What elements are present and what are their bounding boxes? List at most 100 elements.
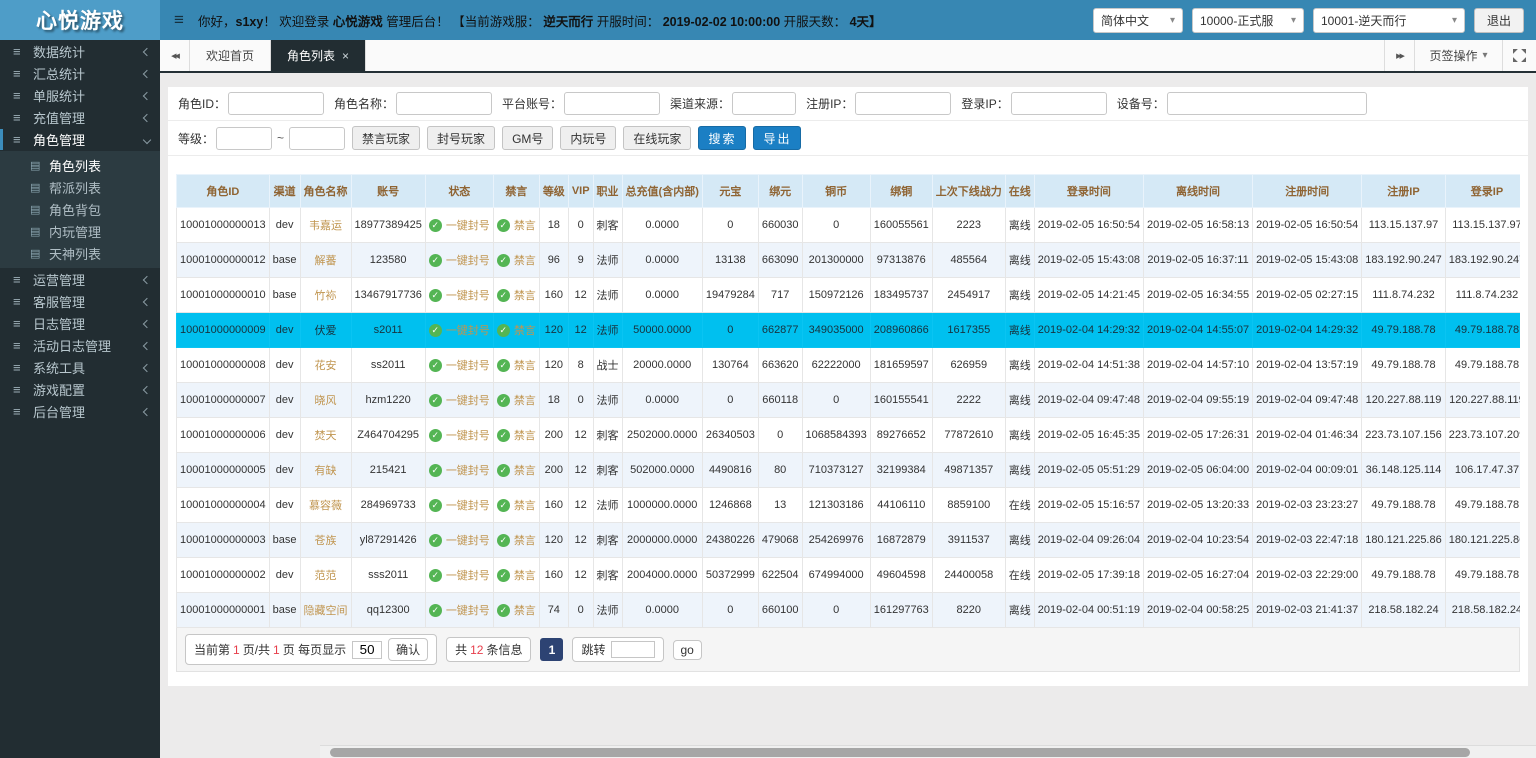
go-button[interactable]: go [673,640,702,660]
character-name-link[interactable]: 韦嘉运 [300,208,351,243]
role-id-input[interactable] [228,92,324,115]
level-min-input[interactable] [216,127,272,150]
one-click-ban-action[interactable]: 一键封号 [429,252,490,268]
sidebar-subitem-internal-player-management[interactable]: ▤ 内玩管理 [0,221,160,242]
character-name-link[interactable]: 隐藏空间 [300,593,351,628]
cell-online-status: 离线 [1005,243,1034,278]
cell-bind-yuan: 660118 [758,383,802,418]
sidebar-item-operations-management[interactable]: ≡ 运营管理 [0,269,160,290]
banned-players-button[interactable]: 封号玩家 [427,126,495,150]
login-ip-input[interactable] [1011,92,1107,115]
column-header: 绑铜 [870,175,932,208]
tab-scroll-left-button[interactable]: ◀◀ [160,40,190,71]
role-name-input[interactable] [396,92,492,115]
sidebar-item-role-management[interactable]: ≡ 角色管理 [0,129,160,150]
one-click-ban-action[interactable]: 一键封号 [429,322,490,338]
cell-offline-time: 2019-02-05 17:26:31 [1143,418,1252,453]
character-name-link[interactable]: 范范 [300,558,351,593]
cell-level: 18 [539,383,568,418]
muted-players-button[interactable]: 禁言玩家 [352,126,420,150]
logout-button[interactable]: 退出 [1474,8,1524,33]
sidebar-item-summary-stats[interactable]: ≡ 汇总统计 [0,63,160,84]
character-name-link[interactable]: 竹袮 [300,278,351,313]
channel-source-input[interactable] [732,92,796,115]
language-select[interactable]: 简体中文 ▾ [1093,8,1183,33]
character-name-link[interactable]: 苍族 [300,523,351,558]
tab-operations-button[interactable]: 页签操作 ▾ [1414,40,1502,71]
page-1-button[interactable]: 1 [540,638,563,661]
one-click-ban-action[interactable]: 一键封号 [429,357,490,373]
mute-action[interactable]: 禁言 [497,427,536,443]
cell-login-ip: 180.121.225.86 [1445,523,1520,558]
sidebar-item-activity-log-management[interactable]: ≡ 活动日志管理 [0,335,160,356]
sidebar-toggle-icon[interactable]: ≡ [160,0,198,40]
cell-login-ip: 106.17.47.37 [1445,453,1520,488]
mute-action[interactable]: 禁言 [497,252,536,268]
mute-action[interactable]: 禁言 [497,462,536,478]
jump-page-input[interactable] [611,641,655,658]
confirm-button[interactable]: 确认 [388,638,428,661]
one-click-ban-action[interactable]: 一键封号 [429,532,490,548]
sidebar-subitem-deity-list[interactable]: ▤ 天神列表 [0,243,160,264]
cell-role-id: 10001000000006 [177,418,270,453]
gm-accounts-button[interactable]: GM号 [502,126,553,150]
mute-action[interactable]: 禁言 [497,357,536,373]
sidebar-item-recharge-management[interactable]: ≡ 充值管理 [0,107,160,128]
server-group-select[interactable]: 10000-正式服 ▾ [1192,8,1304,33]
character-name-link[interactable]: 晓风 [300,383,351,418]
register-ip-input[interactable] [855,92,951,115]
one-click-ban-action[interactable]: 一键封号 [429,567,490,583]
sidebar-item-data-stats[interactable]: ≡ 数据统计 [0,41,160,62]
one-click-ban-action[interactable]: 一键封号 [429,217,490,233]
mute-action[interactable]: 禁言 [497,392,536,408]
sidebar-subitem-guild-list[interactable]: ▤ 帮派列表 [0,177,160,198]
sidebar-subitem-role-backpack[interactable]: ▤ 角色背包 [0,199,160,220]
open-time: 2019-02-02 10:00:00 [663,15,780,29]
mute-action[interactable]: 禁言 [497,602,536,618]
tab-close-icon[interactable]: × [342,49,349,63]
cell-account: s2011 [351,313,425,348]
cell-mute: 禁言 [493,593,539,628]
mute-action[interactable]: 禁言 [497,567,536,583]
character-name-link[interactable]: 有缺 [300,453,351,488]
one-click-ban-action[interactable]: 一键封号 [429,462,490,478]
one-click-ban-action[interactable]: 一键封号 [429,427,490,443]
character-name-link[interactable]: 花安 [300,348,351,383]
sidebar-item-single-server-stats[interactable]: ≡ 单服统计 [0,85,160,106]
mute-action[interactable]: 禁言 [497,322,536,338]
one-click-ban-action[interactable]: 一键封号 [429,497,490,513]
sidebar-item-log-management[interactable]: ≡ 日志管理 [0,313,160,334]
platform-account-input[interactable] [564,92,660,115]
tab-scroll-right-button[interactable]: ▶▶ [1384,40,1414,71]
fullscreen-button[interactable] [1502,40,1536,71]
scrollbar-thumb[interactable] [330,748,1470,757]
sidebar-item-system-tools[interactable]: ≡ 系统工具 [0,357,160,378]
one-click-ban-action[interactable]: 一键封号 [429,287,490,303]
character-name-link[interactable]: 伏爱 [300,313,351,348]
cell-offline-time: 2019-02-05 06:04:00 [1143,453,1252,488]
mute-action[interactable]: 禁言 [497,497,536,513]
mute-action[interactable]: 禁言 [497,217,536,233]
export-button[interactable]: 导出 [753,126,801,150]
mute-action[interactable]: 禁言 [497,287,536,303]
search-button[interactable]: 搜索 [698,126,746,150]
character-name-link[interactable]: 解蕃 [300,243,351,278]
tab-home[interactable]: 欢迎首页 [190,40,271,71]
sidebar-item-game-config[interactable]: ≡ 游戏配置 [0,379,160,400]
tab-role-list[interactable]: 角色列表 × [271,40,366,71]
server-select[interactable]: 10001-逆天而行 ▾ [1313,8,1465,33]
character-name-link[interactable]: 焚天 [300,418,351,453]
one-click-ban-action[interactable]: 一键封号 [429,392,490,408]
level-max-input[interactable] [289,127,345,150]
sidebar-item-admin-management[interactable]: ≡ 后台管理 [0,401,160,422]
online-players-button[interactable]: 在线玩家 [623,126,691,150]
cell-register-time: 2019-02-04 09:47:48 [1253,383,1362,418]
mute-action[interactable]: 禁言 [497,532,536,548]
one-click-ban-action[interactable]: 一键封号 [429,602,490,618]
sidebar-item-customer-service[interactable]: ≡ 客服管理 [0,291,160,312]
per-page-input[interactable] [352,641,382,659]
character-name-link[interactable]: 慕容薇 [300,488,351,523]
device-id-input[interactable] [1167,92,1367,115]
sidebar-subitem-role-list[interactable]: ▤ 角色列表 [0,155,160,176]
internal-players-button[interactable]: 内玩号 [560,126,616,150]
